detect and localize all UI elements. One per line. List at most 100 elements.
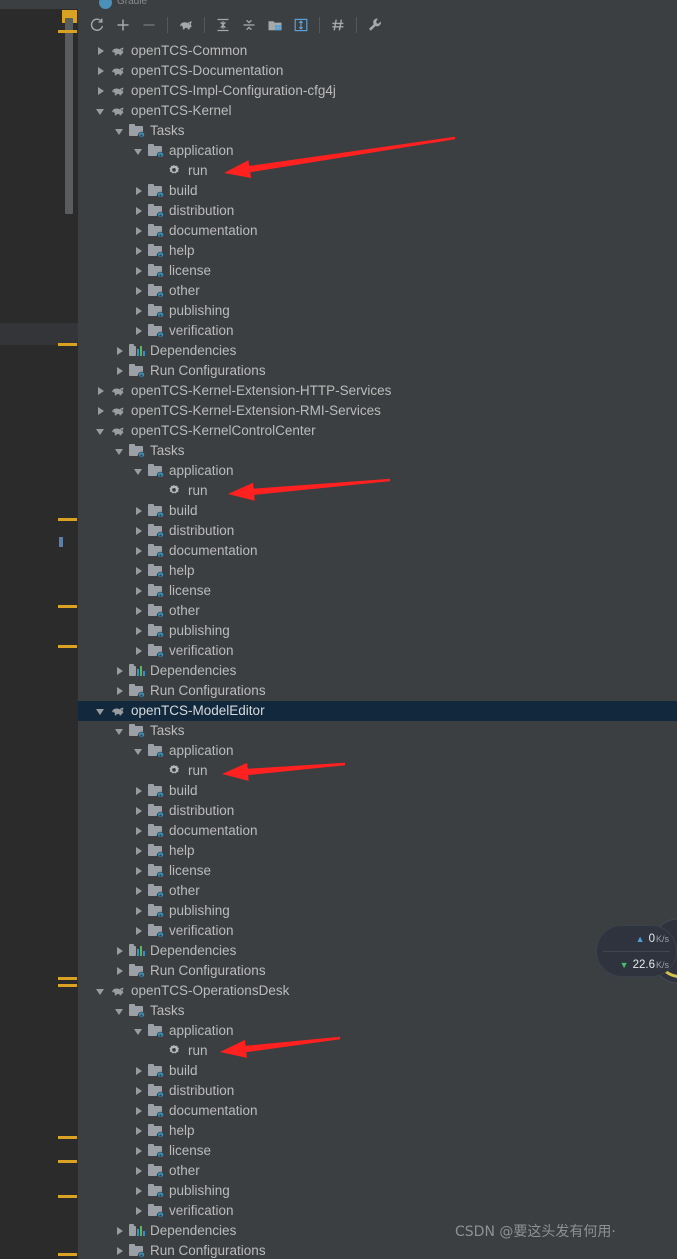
tree-twisty-expanded-icon[interactable] xyxy=(96,706,107,717)
tree-twisty-collapsed-icon[interactable] xyxy=(134,1186,145,1197)
tree-row[interactable]: application xyxy=(78,1021,677,1041)
tree-twisty-expanded-icon[interactable] xyxy=(134,746,145,757)
gradle-project-tree[interactable]: openTCS-Common openTCS-Documentation openT… xyxy=(78,41,677,1259)
network-speed-widget[interactable]: ▲ 0 K/s ▼ 22.6 K/s xyxy=(596,925,677,977)
error-stripe-marker[interactable] xyxy=(58,518,77,521)
tree-row[interactable]: run xyxy=(78,1041,677,1061)
tree-row[interactable]: documentation xyxy=(78,1101,677,1121)
error-stripe-marker[interactable] xyxy=(58,1195,77,1198)
tree-row[interactable]: Tasks xyxy=(78,721,677,741)
tree-row[interactable]: documentation xyxy=(78,541,677,561)
tree-row[interactable]: Dependencies xyxy=(78,661,677,681)
tree-twisty-collapsed-icon[interactable] xyxy=(134,1166,145,1177)
tree-row[interactable]: run xyxy=(78,161,677,181)
tree-twisty-expanded-icon[interactable] xyxy=(115,1006,126,1017)
add-button[interactable] xyxy=(110,12,136,38)
tree-twisty-expanded-icon[interactable] xyxy=(96,426,107,437)
show-modules-button[interactable] xyxy=(262,12,288,38)
tree-row[interactable]: openTCS-Common xyxy=(78,41,677,61)
error-stripe-marker[interactable] xyxy=(58,605,77,608)
tree-row[interactable]: verification xyxy=(78,321,677,341)
refresh-button[interactable] xyxy=(84,12,110,38)
settings-button[interactable] xyxy=(362,12,388,38)
tree-row[interactable]: Run Configurations xyxy=(78,961,677,981)
tree-twisty-collapsed-icon[interactable] xyxy=(134,326,145,337)
tree-twisty-collapsed-icon[interactable] xyxy=(115,966,126,977)
error-stripe-marker[interactable] xyxy=(58,977,77,980)
tree-row[interactable]: help xyxy=(78,841,677,861)
tree-twisty-collapsed-icon[interactable] xyxy=(134,906,145,917)
tree-twisty-collapsed-icon[interactable] xyxy=(134,226,145,237)
tree-row[interactable]: license xyxy=(78,861,677,881)
tree-row[interactable]: Run Configurations xyxy=(78,681,677,701)
error-stripe-marker[interactable] xyxy=(58,1136,77,1139)
tree-twisty-collapsed-icon[interactable] xyxy=(115,946,126,957)
tree-row[interactable]: build xyxy=(78,501,677,521)
tree-twisty-collapsed-icon[interactable] xyxy=(134,1146,145,1157)
tree-row[interactable]: distribution xyxy=(78,201,677,221)
tree-row[interactable]: Dependencies xyxy=(78,941,677,961)
tree-twisty-collapsed-icon[interactable] xyxy=(134,266,145,277)
tree-twisty-collapsed-icon[interactable] xyxy=(115,666,126,677)
tree-twisty-collapsed-icon[interactable] xyxy=(134,506,145,517)
remove-button[interactable] xyxy=(136,12,162,38)
tree-twisty-collapsed-icon[interactable] xyxy=(134,206,145,217)
tree-row[interactable]: application xyxy=(78,741,677,761)
tree-row[interactable]: publishing xyxy=(78,301,677,321)
error-stripe-marker[interactable] xyxy=(58,645,77,648)
tree-row[interactable]: openTCS-Kernel-Extension-RMI-Services xyxy=(78,401,677,421)
tree-twisty-collapsed-icon[interactable] xyxy=(115,1246,126,1257)
tree-twisty-collapsed-icon[interactable] xyxy=(134,866,145,877)
tree-twisty-collapsed-icon[interactable] xyxy=(134,546,145,557)
tree-row[interactable]: Run Configurations xyxy=(78,1241,677,1259)
tree-twisty-collapsed-icon[interactable] xyxy=(134,1086,145,1097)
tree-row[interactable]: openTCS-ModelEditor xyxy=(78,701,677,721)
expand-all-button[interactable] xyxy=(210,12,236,38)
tree-row[interactable]: verification xyxy=(78,641,677,661)
tree-row[interactable]: openTCS-Kernel xyxy=(78,101,677,121)
tree-twisty-collapsed-icon[interactable] xyxy=(134,626,145,637)
tree-row[interactable]: license xyxy=(78,261,677,281)
tree-twisty-collapsed-icon[interactable] xyxy=(96,46,107,57)
tree-twisty-collapsed-icon[interactable] xyxy=(134,846,145,857)
tree-row[interactable]: verification xyxy=(78,1201,677,1221)
tree-row[interactable]: application xyxy=(78,141,677,161)
tree-row[interactable]: publishing xyxy=(78,621,677,641)
tree-row[interactable]: build xyxy=(78,1061,677,1081)
tree-twisty-expanded-icon[interactable] xyxy=(134,146,145,157)
error-stripe-marker[interactable] xyxy=(58,984,77,987)
tree-row[interactable]: help xyxy=(78,241,677,261)
tree-twisty-collapsed-icon[interactable] xyxy=(134,826,145,837)
tree-twisty-collapsed-icon[interactable] xyxy=(115,1226,126,1237)
tree-row[interactable]: other xyxy=(78,1161,677,1181)
tree-twisty-collapsed-icon[interactable] xyxy=(134,1066,145,1077)
tree-twisty-collapsed-icon[interactable] xyxy=(96,66,107,77)
tree-row[interactable]: openTCS-Documentation xyxy=(78,61,677,81)
tree-row[interactable]: run xyxy=(78,761,677,781)
tree-row[interactable]: license xyxy=(78,581,677,601)
tree-row[interactable]: publishing xyxy=(78,1181,677,1201)
tree-row[interactable]: application xyxy=(78,461,677,481)
error-stripe-marker[interactable] xyxy=(58,1160,77,1163)
tree-row[interactable]: documentation xyxy=(78,221,677,241)
error-stripe-marker[interactable] xyxy=(58,1253,77,1256)
tree-twisty-expanded-icon[interactable] xyxy=(134,1026,145,1037)
collapse-all-button[interactable] xyxy=(236,12,262,38)
tree-row[interactable]: Tasks xyxy=(78,121,677,141)
info-stripe-marker[interactable] xyxy=(59,537,63,547)
tree-twisty-collapsed-icon[interactable] xyxy=(134,566,145,577)
tree-row[interactable]: openTCS-Kernel-Extension-HTTP-Services xyxy=(78,381,677,401)
tree-twisty-expanded-icon[interactable] xyxy=(134,466,145,477)
tree-twisty-collapsed-icon[interactable] xyxy=(96,86,107,97)
tree-row[interactable]: other xyxy=(78,281,677,301)
tree-twisty-collapsed-icon[interactable] xyxy=(134,926,145,937)
tree-row[interactable]: Run Configurations xyxy=(78,361,677,381)
tree-twisty-collapsed-icon[interactable] xyxy=(134,1206,145,1217)
toggle-offline-button[interactable] xyxy=(325,12,351,38)
tree-row[interactable]: distribution xyxy=(78,1081,677,1101)
tree-row[interactable]: openTCS-Impl-Configuration-cfg4j xyxy=(78,81,677,101)
tree-twisty-expanded-icon[interactable] xyxy=(115,446,126,457)
error-stripe-marker[interactable] xyxy=(58,30,77,33)
tree-row[interactable]: publishing xyxy=(78,901,677,921)
tree-twisty-collapsed-icon[interactable] xyxy=(134,886,145,897)
